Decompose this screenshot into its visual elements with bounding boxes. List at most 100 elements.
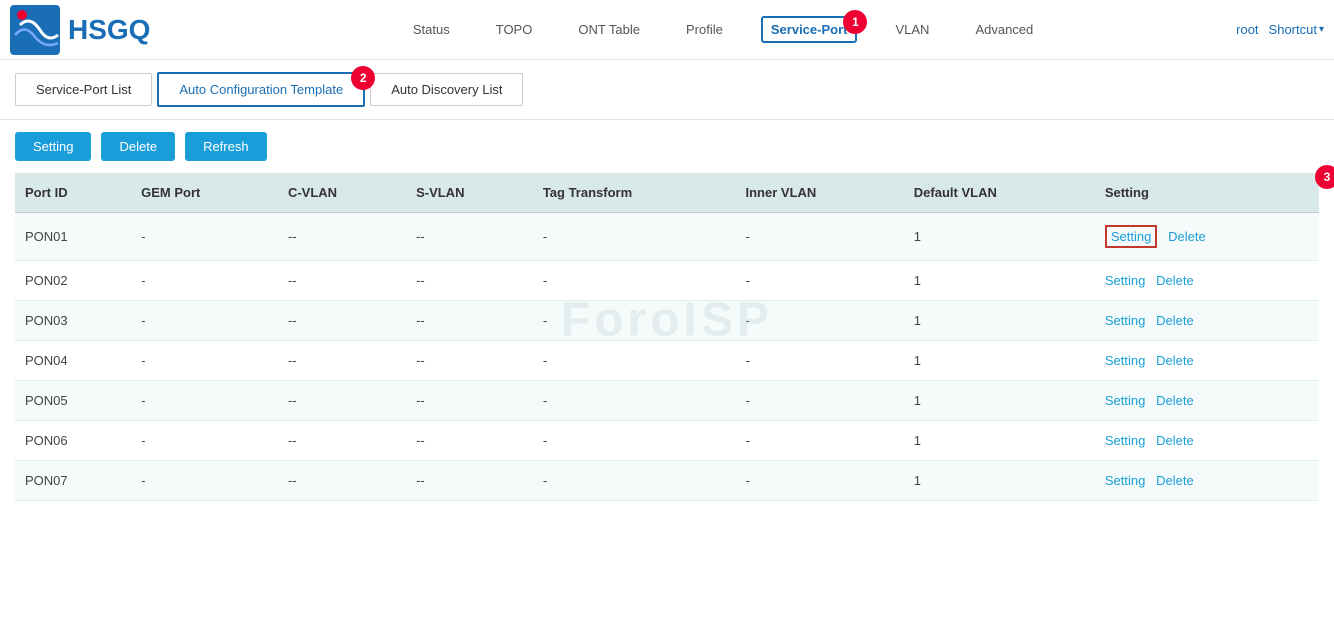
cell-tag-transform: - <box>533 213 736 261</box>
cell-inner-vlan: - <box>736 461 904 501</box>
nav-root[interactable]: root <box>1236 22 1258 37</box>
table-row: PON01 - -- -- - - 1 Setting Delete <box>15 213 1319 261</box>
logo-text: HSGQ <box>68 14 150 46</box>
col-tag-transform: Tag Transform <box>533 173 736 213</box>
table-container: Port ID GEM Port C-VLAN S-VLAN Tag Trans… <box>0 173 1334 501</box>
cell-actions: Setting Delete <box>1095 261 1319 301</box>
nav-shortcut[interactable]: Shortcut ▾ <box>1269 22 1324 37</box>
cell-actions: Setting Delete <box>1095 461 1319 501</box>
nav-topo[interactable]: TOPO <box>488 18 541 41</box>
cell-port-id: PON01 <box>15 213 131 261</box>
table-row: PON02 - -- -- - - 1 Setting Delete <box>15 261 1319 301</box>
cell-inner-vlan: - <box>736 261 904 301</box>
col-s-vlan: S-VLAN <box>406 173 533 213</box>
cell-actions: Setting Delete <box>1095 301 1319 341</box>
row-setting-link[interactable]: Setting <box>1105 273 1145 288</box>
cell-tag-transform: - <box>533 381 736 421</box>
nav-vlan[interactable]: VLAN <box>887 18 937 41</box>
cell-s-vlan: -- <box>406 261 533 301</box>
action-bar: Setting Delete Refresh <box>0 120 1334 173</box>
cell-port-id: PON06 <box>15 421 131 461</box>
nav-advanced[interactable]: Advanced <box>967 18 1041 41</box>
cell-gem-port: - <box>131 301 278 341</box>
cell-s-vlan: -- <box>406 381 533 421</box>
row-delete-link[interactable]: Delete <box>1156 273 1194 288</box>
cell-gem-port: - <box>131 421 278 461</box>
cell-tag-transform: - <box>533 461 736 501</box>
nav-right: root Shortcut ▾ <box>1236 22 1324 37</box>
table-row: PON03 - -- -- - - 1 Setting Delete <box>15 301 1319 341</box>
cell-gem-port: - <box>131 341 278 381</box>
cell-c-vlan: -- <box>278 461 406 501</box>
tab-auto-config-template[interactable]: Auto Configuration Template 2 <box>157 72 365 107</box>
cell-default-vlan: 1 <box>904 341 1095 381</box>
row-setting-link[interactable]: Setting <box>1105 353 1145 368</box>
row-setting-link[interactable]: Setting <box>1105 433 1145 448</box>
row-delete-link[interactable]: Delete <box>1156 433 1194 448</box>
cell-c-vlan: -- <box>278 421 406 461</box>
cell-gem-port: - <box>131 381 278 421</box>
tabs-bar: Service-Port List Auto Configuration Tem… <box>0 60 1334 120</box>
cell-default-vlan: 1 <box>904 461 1095 501</box>
cell-port-id: PON05 <box>15 381 131 421</box>
cell-tag-transform: - <box>533 341 736 381</box>
row-setting-link[interactable]: Setting <box>1105 393 1145 408</box>
cell-tag-transform: - <box>533 301 736 341</box>
nav-status[interactable]: Status <box>405 18 458 41</box>
cell-default-vlan: 1 <box>904 421 1095 461</box>
cell-inner-vlan: - <box>736 421 904 461</box>
tab-service-port-list[interactable]: Service-Port List <box>15 73 152 106</box>
row-delete-link[interactable]: Delete <box>1156 353 1194 368</box>
cell-s-vlan: -- <box>406 213 533 261</box>
col-setting: Setting 3 <box>1095 173 1319 213</box>
table-row: PON07 - -- -- - - 1 Setting Delete <box>15 461 1319 501</box>
col-gem-port: GEM Port <box>131 173 278 213</box>
row-setting-link[interactable]: Setting <box>1111 229 1151 244</box>
cell-s-vlan: -- <box>406 461 533 501</box>
row-delete-link[interactable]: Delete <box>1156 473 1194 488</box>
col-default-vlan: Default VLAN <box>904 173 1095 213</box>
row-delete-link[interactable]: Delete <box>1156 313 1194 328</box>
cell-default-vlan: 1 <box>904 301 1095 341</box>
cell-default-vlan: 1 <box>904 213 1095 261</box>
cell-gem-port: - <box>131 213 278 261</box>
cell-inner-vlan: - <box>736 301 904 341</box>
setting-button[interactable]: Setting <box>15 132 91 161</box>
cell-s-vlan: -- <box>406 421 533 461</box>
logo-area: HSGQ <box>10 5 210 55</box>
cell-c-vlan: -- <box>278 341 406 381</box>
cell-port-id: PON04 <box>15 341 131 381</box>
cell-c-vlan: -- <box>278 381 406 421</box>
logo-icon <box>10 5 60 55</box>
cell-s-vlan: -- <box>406 301 533 341</box>
cell-port-id: PON03 <box>15 301 131 341</box>
row-delete-link[interactable]: Delete <box>1168 229 1206 244</box>
data-table: Port ID GEM Port C-VLAN S-VLAN Tag Trans… <box>15 173 1319 501</box>
nav-profile[interactable]: Profile <box>678 18 731 41</box>
row-setting-link[interactable]: Setting <box>1105 313 1145 328</box>
tab-auto-discovery-list[interactable]: Auto Discovery List <box>370 73 523 106</box>
cell-c-vlan: -- <box>278 301 406 341</box>
nav-service-port[interactable]: Service-Port 1 <box>761 16 858 43</box>
cell-tag-transform: - <box>533 421 736 461</box>
col-c-vlan: C-VLAN <box>278 173 406 213</box>
cell-c-vlan: -- <box>278 261 406 301</box>
nav-ont-table[interactable]: ONT Table <box>570 18 648 41</box>
main-nav: Status TOPO ONT Table Profile Service-Po… <box>210 16 1236 43</box>
table-row: PON05 - -- -- - - 1 Setting Delete <box>15 381 1319 421</box>
refresh-button[interactable]: Refresh <box>185 132 267 161</box>
row-setting-link[interactable]: Setting <box>1105 473 1145 488</box>
cell-port-id: PON02 <box>15 261 131 301</box>
badge-3: 3 <box>1315 165 1334 189</box>
col-inner-vlan: Inner VLAN <box>736 173 904 213</box>
table-row: PON04 - -- -- - - 1 Setting Delete <box>15 341 1319 381</box>
cell-port-id: PON07 <box>15 461 131 501</box>
cell-actions: Setting Delete <box>1095 381 1319 421</box>
delete-button[interactable]: Delete <box>101 132 175 161</box>
cell-inner-vlan: - <box>736 213 904 261</box>
badge-1: 1 <box>843 10 867 34</box>
badge-2: 2 <box>351 66 375 90</box>
header: HSGQ Status TOPO ONT Table Profile Servi… <box>0 0 1334 60</box>
row-delete-link[interactable]: Delete <box>1156 393 1194 408</box>
cell-actions: Setting Delete <box>1095 421 1319 461</box>
